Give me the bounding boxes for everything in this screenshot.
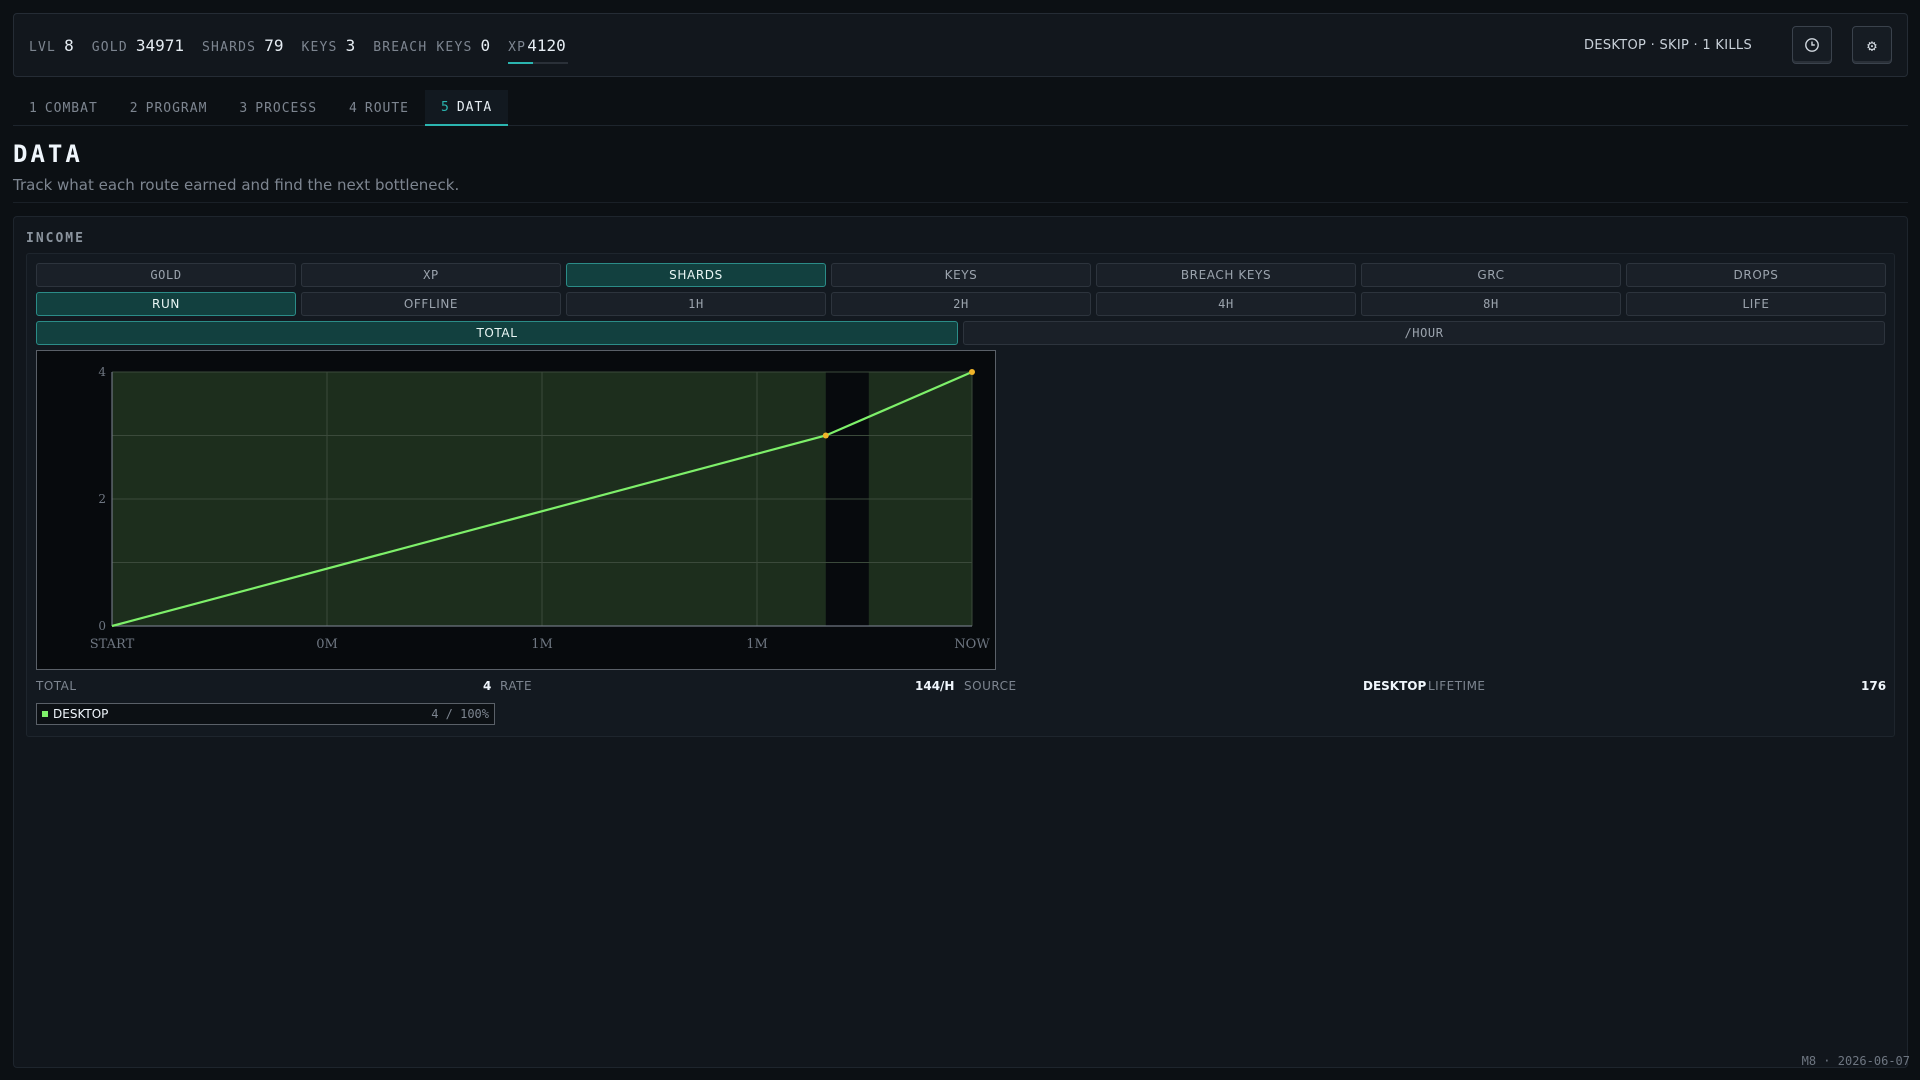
stat-value: 3 <box>345 35 356 55</box>
summary-lifetime-value: 176 <box>1861 679 1887 693</box>
window-8h-button[interactable]: 8H <box>1361 292 1621 316</box>
window-1h-button[interactable]: 1H <box>566 292 826 316</box>
summary-rate-label: RATE <box>500 679 533 693</box>
tab-label: ROUTE <box>364 100 410 116</box>
tab-route[interactable]: 4 ROUTE <box>333 90 425 126</box>
x-tick-label: 1M <box>531 637 553 652</box>
legend-swatch <box>42 711 48 717</box>
summary-total-value: 4 <box>483 679 492 693</box>
stat-value: 0 <box>480 35 491 55</box>
clock-icon <box>1805 38 1819 52</box>
x-tick-label: NOW <box>954 637 990 652</box>
tab-data[interactable]: 5 DATA <box>425 90 509 126</box>
series-marker <box>969 369 975 375</box>
tab-number: 4 <box>349 100 358 116</box>
tab-number: 2 <box>129 100 139 116</box>
stat-keys: KEYS 3 <box>301 36 355 55</box>
y-tick-label: 4 <box>98 365 106 379</box>
stat-label: GOLD <box>91 39 128 55</box>
window-offline-button[interactable]: OFFLINE <box>301 292 561 316</box>
resource-shards-button[interactable]: SHARDS <box>566 263 826 287</box>
history-button[interactable] <box>1792 26 1832 64</box>
stat-xp: XP 4120 <box>508 35 569 64</box>
header-divider <box>13 202 1908 203</box>
stat-value: 4120 <box>527 35 566 55</box>
income-summary: TOTAL 4 RATE 144/H SOURCE DESKTOP LIFETI… <box>36 679 1886 699</box>
window-selector: RUN OFFLINE 1H 2H 4H 8H LIFE <box>36 292 1886 316</box>
stat-level: LVL 8 <box>29 36 74 55</box>
summary-total-label: TOTAL <box>36 679 77 693</box>
stat-label: SHARDS <box>202 39 257 55</box>
stat-value: 8 <box>64 35 74 55</box>
stat-value: 34971 <box>135 35 185 55</box>
gear-icon: ⚙ <box>1867 35 1877 55</box>
mode-selector: TOTAL /HOUR <box>36 321 1885 345</box>
tab-number: 1 <box>29 100 38 116</box>
window-4h-button[interactable]: 4H <box>1096 292 1356 316</box>
summary-lifetime-label: LIFETIME <box>1428 679 1486 693</box>
resource-xp-button[interactable]: XP <box>301 263 561 287</box>
resource-drops-button[interactable]: DROPS <box>1626 263 1886 287</box>
income-chart: 0 2 4 START 0M 1M 1M NOW <box>36 350 996 670</box>
window-run-button[interactable]: RUN <box>36 292 296 316</box>
resource-selector: GOLD XP SHARDS KEYS BREACH KEYS GRC DROP… <box>36 263 1886 287</box>
xp-progress-fill <box>508 61 534 64</box>
x-tick-label: 1M <box>746 637 768 652</box>
stat-label: LVL <box>29 39 57 55</box>
summary-source-label: SOURCE <box>964 679 1017 693</box>
stat-gold: GOLD 34971 <box>92 36 184 55</box>
page-subtitle: Track what each route earned and find th… <box>13 176 460 194</box>
tab-process[interactable]: 3 PROCESS <box>223 90 333 126</box>
mode-per-hour-button[interactable]: /HOUR <box>963 321 1885 345</box>
x-tick-label: 0M <box>316 637 338 652</box>
tab-label: PROCESS <box>255 100 318 116</box>
series-marker <box>822 432 829 439</box>
tab-label: DATA <box>456 99 493 115</box>
stat-shards: SHARDS 79 <box>202 36 283 55</box>
tab-combat[interactable]: 1 COMBAT <box>13 90 114 126</box>
x-tick-label: START <box>90 637 135 652</box>
tab-label: PROGRAM <box>145 100 208 116</box>
tab-number: 3 <box>239 100 249 116</box>
income-chart-svg: 0 2 4 START 0M 1M 1M NOW <box>90 365 991 652</box>
resource-grc-button[interactable]: GRC <box>1361 263 1621 287</box>
legend-name: DESKTOP <box>53 707 109 721</box>
tab-label: COMBAT <box>44 100 98 116</box>
stat-label: BREACH KEYS <box>373 39 473 55</box>
resource-gold-button[interactable]: GOLD <box>36 263 296 287</box>
resource-breach-keys-button[interactable]: BREACH KEYS <box>1096 263 1356 287</box>
status-bar: LVL 8 GOLD 34971 SHARDS 79 KEYS 3 BREACH… <box>13 13 1908 77</box>
income-title: INCOME <box>26 231 85 246</box>
resource-keys-button[interactable]: KEYS <box>831 263 1091 287</box>
window-life-button[interactable]: LIFE <box>1626 292 1886 316</box>
page-title: DATA <box>13 140 83 168</box>
status-right: DESKTOP · SKIP · 1 KILLS ⚙ <box>1584 26 1892 64</box>
income-content: GOLD XP SHARDS KEYS BREACH KEYS GRC DROP… <box>26 253 1895 737</box>
stat-label: KEYS <box>301 39 338 55</box>
y-tick-label: 2 <box>98 492 106 506</box>
tab-program[interactable]: 2 PROGRAM <box>114 90 224 126</box>
income-panel: INCOME GOLD XP SHARDS KEYS BREACH KEYS G… <box>13 216 1908 1068</box>
summary-rate-value: 144/H <box>915 679 955 693</box>
summary-source-value: DESKTOP <box>1363 679 1427 693</box>
stat-value: 79 <box>264 35 284 55</box>
stat-label: XP <box>508 39 527 55</box>
mode-status-text: DESKTOP · SKIP · 1 KILLS <box>1584 37 1752 53</box>
legend-item-desktop[interactable]: DESKTOP 4 / 100% <box>36 703 495 725</box>
build-stamp: M8 · 2026-06-07 <box>1801 1054 1910 1068</box>
y-tick-label: 0 <box>98 619 106 633</box>
window-2h-button[interactable]: 2H <box>831 292 1091 316</box>
main-tabs: 1 COMBAT 2 PROGRAM 3 PROCESS 4 ROUTE 5 DATA <box>13 90 1908 126</box>
stat-breach-keys: BREACH KEYS 0 <box>373 36 490 55</box>
xp-progress-bar <box>508 61 569 64</box>
legend-value: 4 / 100% <box>431 707 489 721</box>
tab-number: 5 <box>441 99 450 115</box>
settings-button[interactable]: ⚙ <box>1852 26 1892 64</box>
mode-total-button[interactable]: TOTAL <box>36 321 958 345</box>
